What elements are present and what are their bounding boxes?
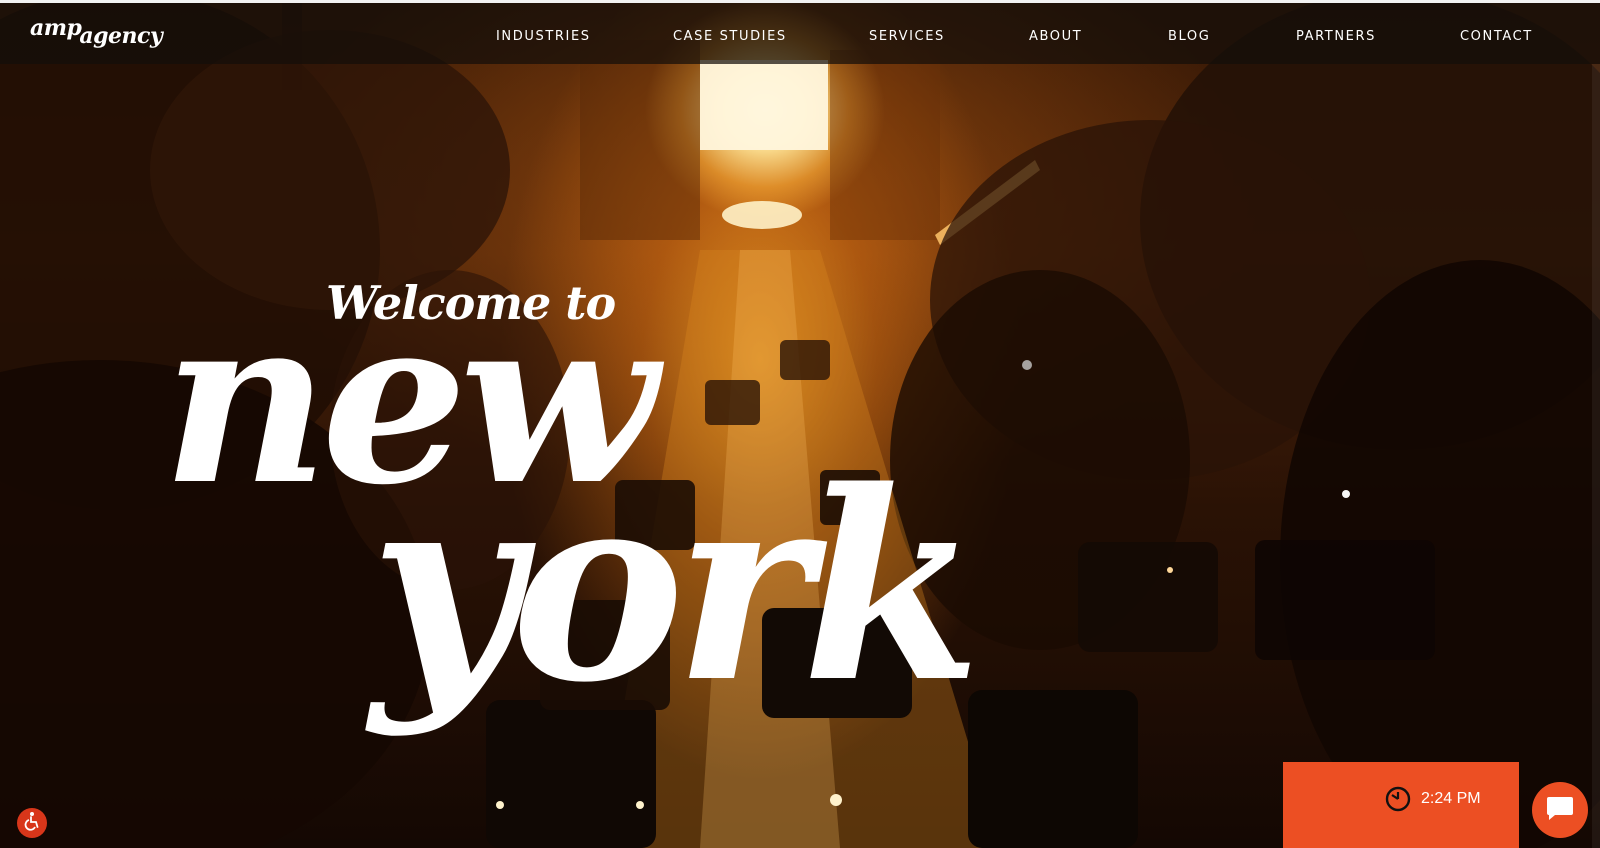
nav-link-case-studies[interactable]: CASE STUDIES <box>673 29 787 44</box>
logo-text-amp: amp <box>30 15 82 41</box>
site-header: ampagency INDUSTRIES CASE STUDIES SERVIC… <box>0 0 1600 64</box>
nav-link-partners[interactable]: PARTNERS <box>1296 29 1376 44</box>
hero-city-york: york <box>370 435 982 740</box>
accessibility-button[interactable] <box>17 808 47 838</box>
logo-text-agency: agency <box>79 23 163 49</box>
nav-link-services[interactable]: SERVICES <box>869 29 945 44</box>
nav-link-about[interactable]: ABOUT <box>1029 29 1082 44</box>
local-time-widget: 2:24 PM <box>1283 762 1519 848</box>
clock-icon <box>1385 786 1411 817</box>
chat-button[interactable] <box>1532 782 1588 838</box>
chat-bubble-icon <box>1545 794 1575 827</box>
page-scrollbar[interactable] <box>1592 64 1600 848</box>
amp-agency-logo[interactable]: ampagency <box>30 15 163 49</box>
nav-link-blog[interactable]: BLOG <box>1168 29 1210 44</box>
wheelchair-icon <box>22 811 42 836</box>
local-time-text: 2:24 PM <box>1421 790 1481 807</box>
nav-link-industries[interactable]: INDUSTRIES <box>496 29 591 44</box>
nav-link-contact[interactable]: CONTACT <box>1460 29 1533 44</box>
